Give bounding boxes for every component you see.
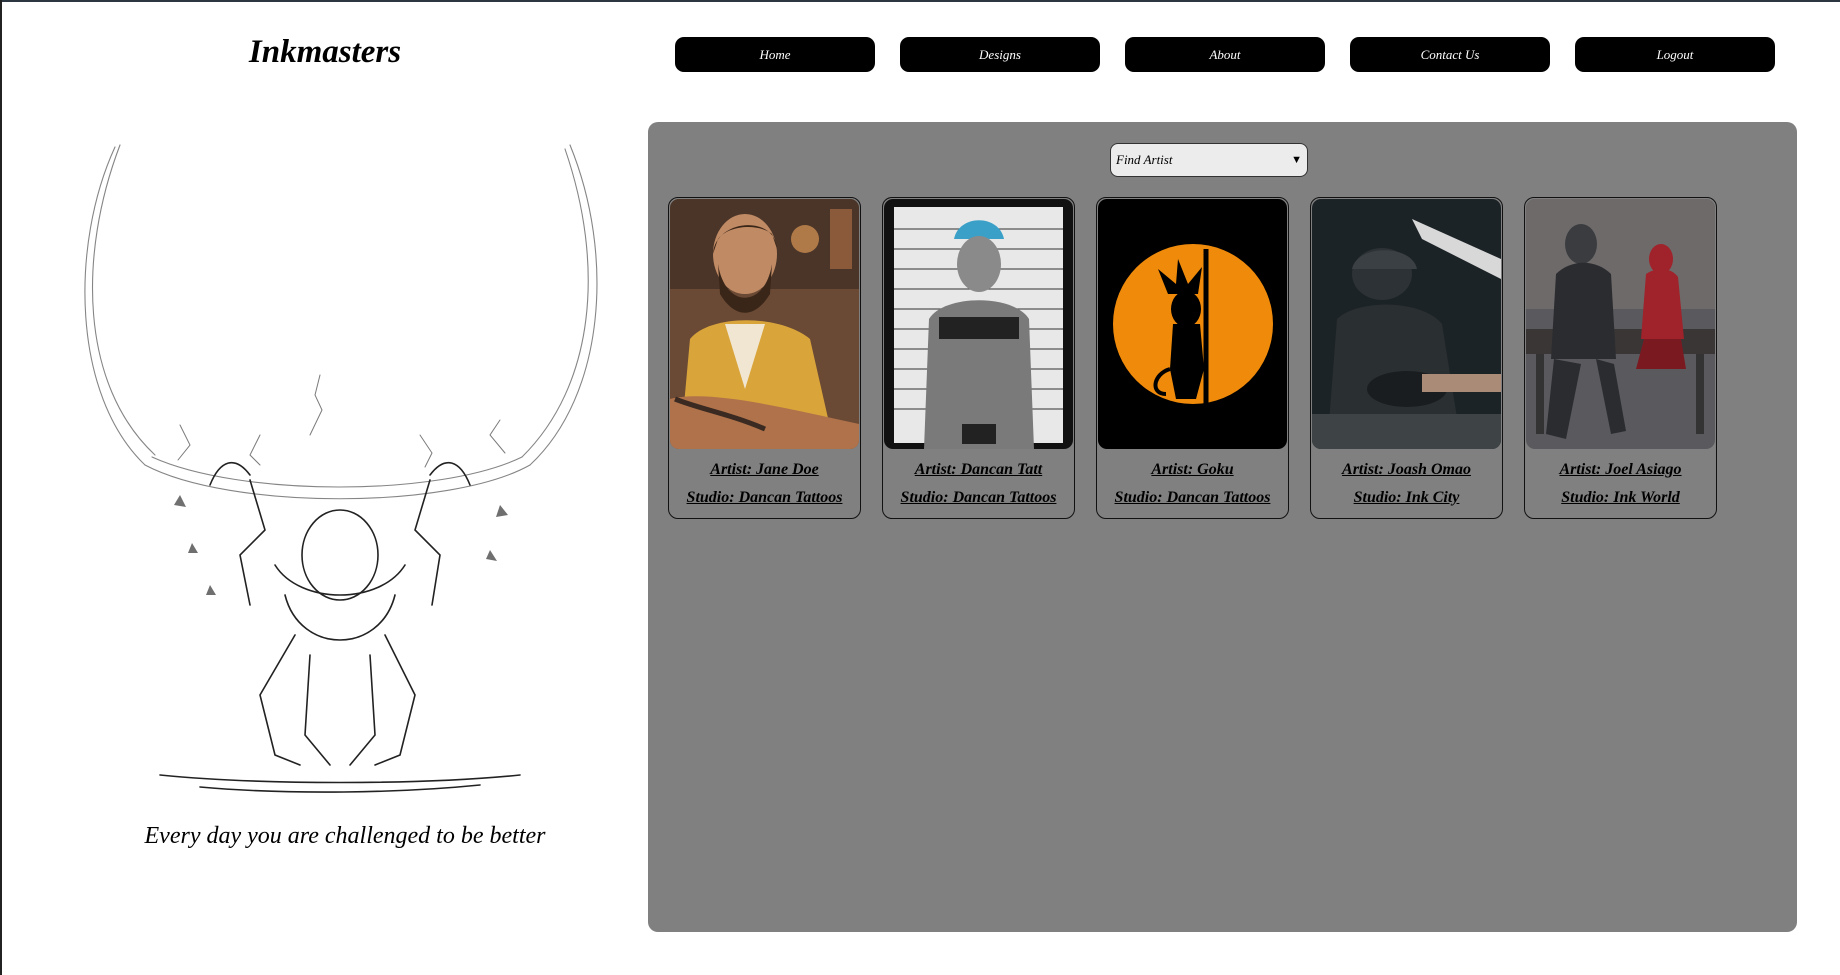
find-artist-selected-value: Find Artist: [1116, 152, 1173, 167]
main-nav: Home Designs About Contact Us Logout: [675, 37, 1775, 72]
nav-designs-button[interactable]: Designs: [900, 37, 1100, 72]
hero-tagline: Every day you are challenged to be bette…: [144, 823, 546, 849]
artist-studio-link[interactable]: Studio: Dancan Tattoos: [669, 484, 860, 512]
artist-card[interactable]: Artist: Dancan Tatt Studio: Dancan Tatto…: [882, 197, 1075, 519]
artist-card[interactable]: Artist: Goku Studio: Dancan Tattoos: [1096, 197, 1289, 519]
brand-title[interactable]: Inkmasters: [240, 34, 410, 71]
artist-name-link[interactable]: Artist: Goku: [1097, 456, 1288, 484]
artist-name-link[interactable]: Artist: Dancan Tatt: [883, 456, 1074, 484]
nav-logout-button[interactable]: Logout: [1575, 37, 1775, 72]
artist-studio-link[interactable]: Studio: Dancan Tattoos: [1097, 484, 1288, 512]
artist-card[interactable]: Artist: Jane Doe Studio: Dancan Tattoos: [668, 197, 861, 519]
artist-photo[interactable]: [1312, 199, 1501, 449]
window-left-border: [0, 0, 2, 975]
nav-home-button[interactable]: Home: [675, 37, 875, 72]
artist-card[interactable]: Artist: Joash Omao Studio: Ink City: [1310, 197, 1503, 519]
nav-contact-button[interactable]: Contact Us: [1350, 37, 1550, 72]
find-artist-select[interactable]: Find Artist ▼: [1110, 143, 1308, 177]
chevron-down-icon: ▼: [1291, 154, 1302, 166]
artist-name-link[interactable]: Artist: Joel Asiago: [1525, 456, 1716, 484]
nav-about-button[interactable]: About: [1125, 37, 1325, 72]
artist-panel: Find Artist ▼ Artist: Jane Doe Studio: D…: [648, 122, 1797, 932]
artist-photo[interactable]: [884, 199, 1073, 449]
artist-name-link[interactable]: Artist: Jane Doe: [669, 456, 860, 484]
artist-name-link[interactable]: Artist: Joash Omao: [1311, 456, 1502, 484]
artist-card-list: Artist: Jane Doe Studio: Dancan Tattoos: [668, 197, 1717, 519]
artist-photo[interactable]: [1526, 199, 1715, 449]
atlas-sketch-image: [60, 135, 630, 815]
artist-card[interactable]: Artist: Joel Asiago Studio: Ink World: [1524, 197, 1717, 519]
artist-photo[interactable]: [670, 199, 859, 449]
artist-studio-link[interactable]: Studio: Dancan Tattoos: [883, 484, 1074, 512]
artist-studio-link[interactable]: Studio: Ink World: [1525, 484, 1716, 512]
artist-studio-link[interactable]: Studio: Ink City: [1311, 484, 1502, 512]
artist-photo[interactable]: [1098, 199, 1287, 449]
window-top-border: [0, 0, 1840, 2]
